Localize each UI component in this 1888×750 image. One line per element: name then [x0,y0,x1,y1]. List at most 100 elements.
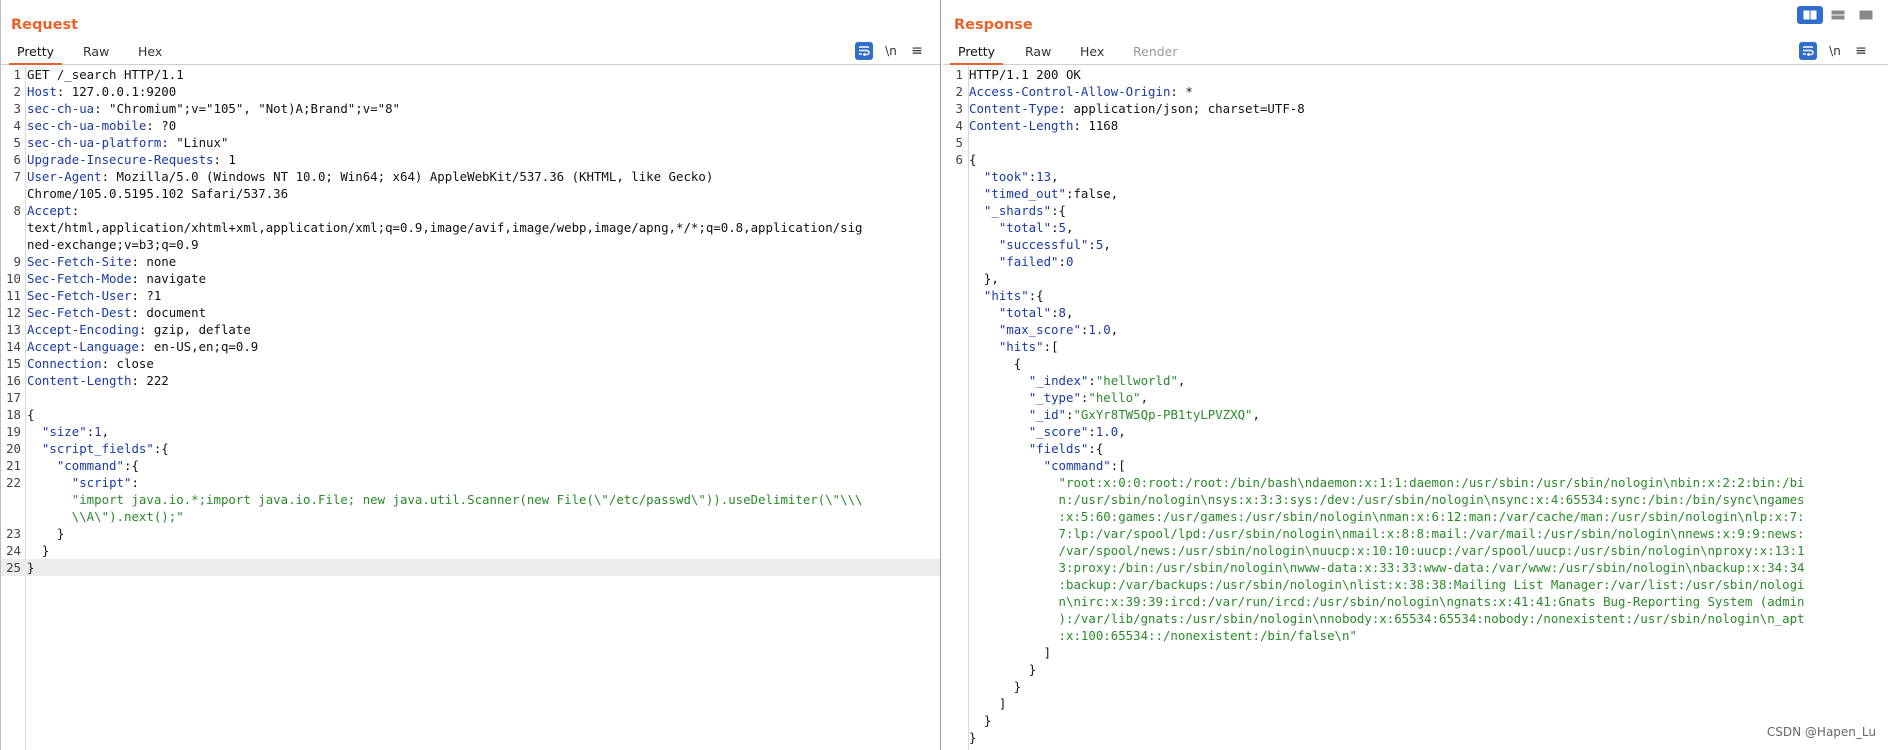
response-line: 6 { "took":13, "timed_out":false, "_shard… [943,151,1888,746]
response-line: 5 [943,134,1888,151]
line-number: 19 [6,424,21,439]
line-number: 6 [955,152,963,167]
line-number: 18 [6,407,21,422]
line-text: GET /_search HTTP/1.1 [27,67,184,82]
request-line: 23 } [1,525,940,542]
request-tab-pretty[interactable]: Pretty [9,44,63,65]
line-text: Content-Type: application/json; charset=… [969,101,1305,116]
line-text: Sec-Fetch-User: ?1 [27,288,162,303]
line-text: Host: 127.0.0.1:9200 [27,84,177,99]
newline-toggle-icon[interactable]: \n [882,42,900,60]
watermark: CSDN @Hapen_Lu [1766,725,1876,739]
line-number: 7 [13,169,21,184]
line-text: "script": "import java.io.*;import java.… [71,475,863,524]
request-tabbar: Pretty Raw Hex \n ≡ [1,41,940,65]
response-line: 4 Content-Length: 1168 [943,117,1888,134]
response-tab-raw[interactable]: Raw [1017,44,1059,65]
request-line: 8 Accept: text/html,application/xhtml+xml… [1,202,940,253]
line-text: "size":1, [41,424,110,439]
line-text: HTTP/1.1 200 OK [969,67,1081,82]
response-editor[interactable]: 1 HTTP/1.1 200 OK 2 Access-Control-Allow-Or… [943,66,1888,750]
request-line: 3 sec-ch-ua: "Chromium";v="105", "Not)A;B… [1,100,940,117]
line-text: Content-Length: 1168 [969,118,1119,133]
line-text: sec-ch-ua-mobile: ?0 [27,118,177,133]
line-text [965,134,1888,151]
line-number: 17 [6,390,21,405]
line-number: 1 [13,67,21,82]
line-number: 5 [13,135,21,150]
request-tab-hex[interactable]: Hex [130,44,170,65]
line-text: "command":{ [56,458,139,473]
line-text: { [27,407,35,422]
line-number: 1 [955,67,963,82]
response-tabbar: Pretty Raw Hex Render \n ≡ [943,41,1888,65]
line-number: 5 [955,135,963,150]
request-line: 7 User-Agent: Mozilla/5.0 (Windows NT 10.… [1,168,940,202]
request-toolbar: \n ≡ [855,41,935,63]
request-line: 15 Connection: close [1,355,940,372]
line-number: 10 [6,271,21,286]
line-text: User-Agent: Mozilla/5.0 (Windows NT 10.0… [27,169,714,201]
split-horizontal-icon[interactable] [1797,6,1823,24]
wrap-lines-icon[interactable] [855,42,873,60]
request-line: 10 Sec-Fetch-Mode: navigate [1,270,940,287]
single-pane-icon[interactable] [1853,6,1879,24]
line-number: 16 [6,373,21,388]
request-line: 5 sec-ch-ua-platform: "Linux" [1,134,940,151]
line-number: 14 [6,339,21,354]
response-panel: Response Pretty Raw Hex Render \n ≡ 1 HTT… [943,0,1888,750]
line-number: 4 [955,118,963,133]
line-number: 6 [13,152,21,167]
request-line: 24 } [1,542,940,559]
line-text: Connection: close [27,356,154,371]
line-number: 22 [6,475,21,490]
response-line: 3 Content-Type: application/json; charset… [943,100,1888,117]
request-line: 12 Sec-Fetch-Dest: document [1,304,940,321]
request-line: 4 sec-ch-ua-mobile: ?0 [1,117,940,134]
line-text: } [27,543,50,558]
request-code: 1 GET /_search HTTP/1.1 2 Host: 127.0.0.1:9… [1,66,940,576]
request-line: 25} [1,559,940,576]
menu-icon[interactable]: ≡ [1852,42,1870,60]
line-text: sec-ch-ua: "Chromium";v="105", "Not)A;Br… [27,101,400,116]
line-text [23,389,940,406]
newline-toggle-icon[interactable]: \n [1826,42,1844,60]
line-text: Content-Length: 222 [27,373,169,388]
line-number: 3 [13,101,21,116]
response-line: 1 HTTP/1.1 200 OK [943,66,1888,83]
request-editor[interactable]: 1 GET /_search HTTP/1.1 2 Host: 127.0.0.1:9… [1,66,940,750]
request-line: 9 Sec-Fetch-Site: none [1,253,940,270]
line-number: 21 [6,458,21,473]
line-number: 20 [6,441,21,456]
request-line: 1 GET /_search HTTP/1.1 [1,66,940,83]
request-line: 20 "script_fields":{ [1,440,940,457]
split-vertical-icon[interactable] [1825,6,1851,24]
request-line: 14 Accept-Language: en-US,en;q=0.9 [1,338,940,355]
line-text: "script_fields":{ [41,441,169,456]
request-line: 21 "command":{ [1,457,940,474]
line-text: Accept-Language: en-US,en;q=0.9 [27,339,259,354]
request-line: 18 { [1,406,940,423]
line-number: 25 [6,560,21,575]
response-tab-hex[interactable]: Hex [1072,44,1112,65]
line-number: 8 [13,203,21,218]
request-tab-raw[interactable]: Raw [75,44,117,65]
line-text: Sec-Fetch-Site: none [27,254,177,269]
line-number: 2 [955,84,963,99]
line-number: 11 [6,288,21,303]
line-number: 9 [13,254,21,269]
line-text: Access-Control-Allow-Origin: * [969,84,1193,99]
line-number: 4 [13,118,21,133]
line-number: 3 [955,101,963,116]
response-tab-pretty[interactable]: Pretty [950,44,1004,65]
request-line: 2 Host: 127.0.0.1:9200 [1,83,940,100]
line-text: } [27,526,65,541]
response-tab-render[interactable]: Render [1125,44,1186,65]
line-number: 13 [6,322,21,337]
wrap-lines-icon[interactable] [1799,42,1817,60]
request-line: 17 [1,389,940,406]
line-text: Sec-Fetch-Dest: document [27,305,207,320]
request-line: 6 Upgrade-Insecure-Requests: 1 [1,151,940,168]
menu-icon[interactable]: ≡ [908,42,926,60]
request-line: 11 Sec-Fetch-User: ?1 [1,287,940,304]
